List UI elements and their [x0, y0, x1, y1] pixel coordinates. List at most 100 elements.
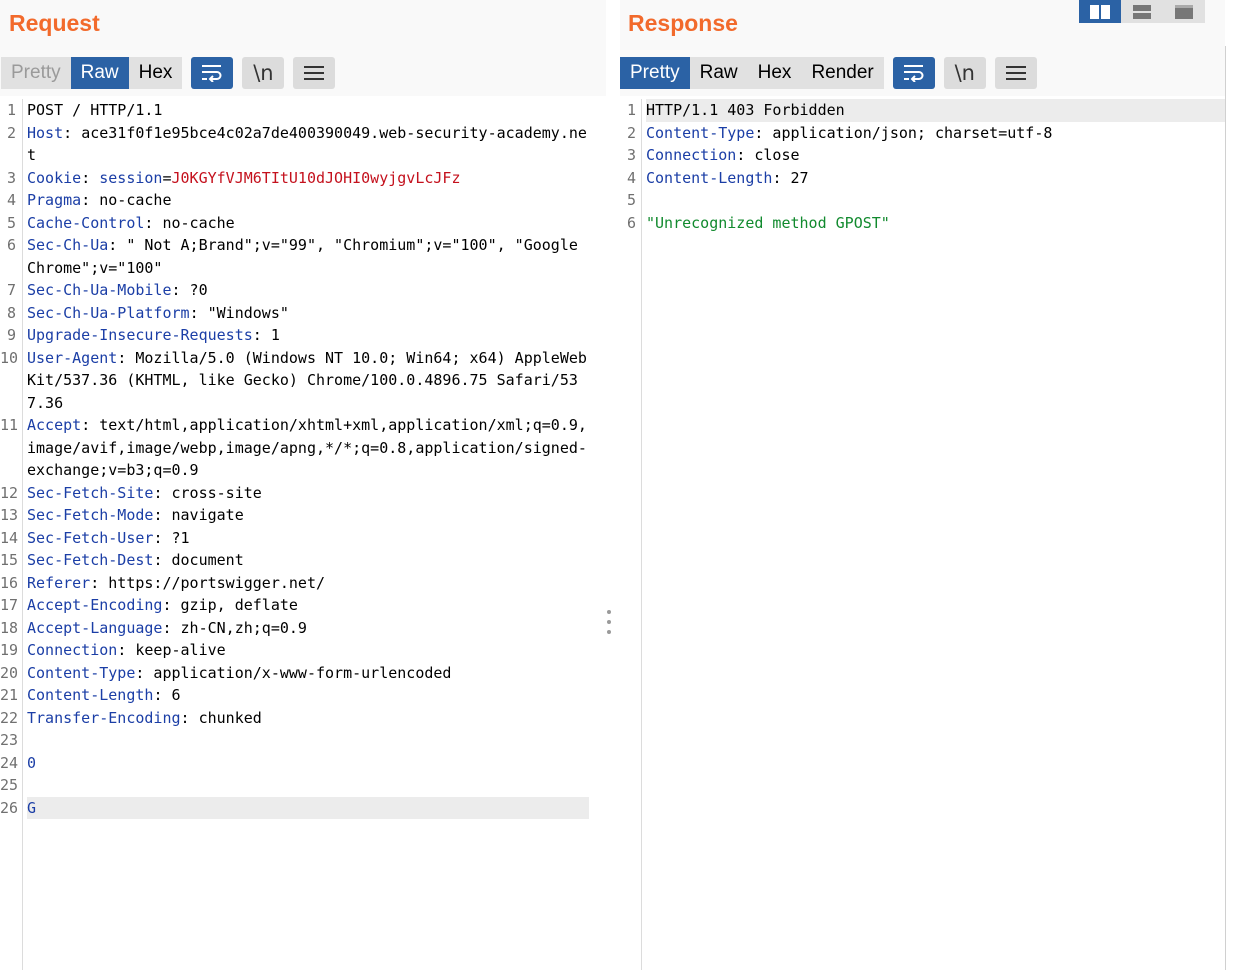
request-title: Request	[9, 10, 100, 36]
code-token: :	[81, 168, 100, 187]
layout-switcher	[1079, 0, 1205, 23]
line-number: 24	[0, 753, 19, 772]
line-content: "Unrecognized method GPOST"	[646, 212, 1225, 235]
line-number: 23	[0, 731, 19, 749]
line-number: 25	[0, 776, 19, 794]
response-code-lines: 1 HTTP/1.1 403 Forbidden 2 Content-Type: ap…	[620, 99, 1225, 234]
line-number: 13	[0, 506, 19, 524]
code-token: Connection	[646, 146, 737, 164]
side-by-side-layout-icon	[1090, 4, 1110, 19]
code-token: Cookie	[27, 168, 82, 187]
code-token: Accept-Encoding	[27, 596, 163, 614]
code-token: : application/json; charset=utf-8	[754, 123, 1053, 142]
code-token: : no-cache	[81, 191, 172, 209]
response-editor[interactable]: 1 HTTP/1.1 403 Forbidden 2 Content-Type: ap…	[620, 99, 1225, 970]
code-token: : ?0	[171, 281, 208, 299]
code-line: 4 Pragma: no-cache	[0, 189, 606, 212]
response-tab-render[interactable]: Render	[801, 57, 884, 89]
response-view-tabs: Pretty Raw Hex Render	[620, 57, 884, 89]
code-token: J0KGYfVJM6TItU10dJOHI0wyjgvLcJFz	[171, 168, 461, 187]
response-menu-button[interactable]	[994, 57, 1037, 89]
request-tab-pretty[interactable]: Pretty	[1, 57, 71, 89]
response-newline-button[interactable]: \n	[943, 57, 986, 89]
word-wrap-icon	[903, 65, 924, 82]
line-number: 5	[6, 213, 16, 232]
code-token: : navigate	[153, 506, 244, 524]
single-pane-layout-button[interactable]	[1163, 0, 1205, 23]
code-token: : "Windows"	[189, 303, 289, 322]
code-token: : 27	[772, 168, 809, 187]
code-token: session	[99, 168, 163, 187]
request-tab-raw[interactable]: Raw	[70, 57, 129, 89]
line-content: Connection: keep-alive	[27, 639, 589, 662]
line-content: Sec-Fetch-Site: cross-site	[27, 482, 589, 505]
request-editor[interactable]: 1 POST / HTTP/1.1 2 Host: ace31f0f1e95bce4c…	[0, 99, 606, 970]
request-code-lines: 1 POST / HTTP/1.1 2 Host: ace31f0f1e95bce4c…	[0, 99, 606, 819]
code-token: Cache-Control	[27, 213, 145, 232]
code-token: : close	[736, 146, 800, 164]
code-line: 7 Sec-Ch-Ua-Mobile: ?0	[0, 279, 606, 302]
stacked-layout-icon	[1133, 4, 1151, 19]
line-number: 6	[626, 213, 636, 232]
request-header: Request Pretty Raw Hex \n	[0, 0, 606, 96]
request-menu-button[interactable]	[293, 57, 336, 89]
code-line: 5	[620, 189, 1225, 212]
line-number: 20	[0, 663, 19, 682]
code-token: =	[162, 168, 172, 187]
line-number: 9	[6, 326, 16, 344]
request-newline-button[interactable]: \n	[242, 57, 285, 89]
code-token: Connection	[27, 641, 118, 659]
response-tab-raw[interactable]: Raw	[689, 57, 748, 89]
code-token: Pragma	[27, 191, 82, 209]
side-by-side-layout-button[interactable]	[1079, 0, 1121, 23]
code-line: 1 POST / HTTP/1.1	[0, 99, 606, 122]
code-token: : text/html,application/xhtml+xml,applic…	[27, 416, 587, 479]
code-token: Sec-Fetch-Site	[27, 483, 154, 502]
line-content: Sec-Ch-Ua-Platform: "Windows"	[27, 302, 589, 325]
line-content: Content-Type: application/x-www-form-url…	[27, 662, 589, 685]
code-line: 22 Transfer-Encoding: chunked	[0, 707, 606, 730]
pane-resize-handle[interactable]	[606, 610, 612, 634]
line-number: 5	[626, 191, 636, 209]
code-line: 6 Sec-Ch-Ua: " Not A;Brand";v="99", "Chro…	[0, 234, 606, 279]
line-number: 3	[626, 146, 636, 164]
code-line: 23	[0, 729, 606, 752]
response-tab-pretty[interactable]: Pretty	[620, 57, 690, 89]
code-token: POST / HTTP/1.1	[27, 101, 163, 119]
response-word-wrap-button[interactable]	[892, 57, 935, 89]
code-token: : gzip, deflate	[162, 596, 298, 614]
response-panel: Response Pretty Raw Hex Render \n 1 HTTP…	[620, 0, 1225, 970]
response-title: Response	[628, 10, 738, 36]
handle-dot	[607, 620, 611, 624]
line-content: Accept-Encoding: gzip, deflate	[27, 594, 589, 617]
window-right-border	[1225, 46, 1226, 970]
code-token: : ?1	[153, 528, 190, 547]
code-line: 10 User-Agent: Mozilla/5.0 (Windows NT 10…	[0, 347, 606, 415]
line-content: User-Agent: Mozilla/5.0 (Windows NT 10.0…	[27, 347, 589, 415]
line-number: 16	[0, 573, 19, 592]
line-number: 19	[0, 641, 19, 659]
line-number: 11	[0, 416, 19, 434]
code-token: Accept	[27, 416, 82, 434]
code-token: : no-cache	[144, 213, 235, 232]
line-content: Referer: https://portswigger.net/	[27, 572, 589, 595]
line-content	[27, 729, 589, 752]
code-token: Host	[27, 123, 64, 142]
code-line: 15 Sec-Fetch-Dest: document	[0, 549, 606, 572]
request-tab-hex[interactable]: Hex	[128, 57, 183, 89]
code-line: 16 Referer: https://portswigger.net/	[0, 572, 606, 595]
code-token: : chunked	[180, 708, 262, 727]
code-token: : 1	[252, 326, 280, 344]
code-token: Sec-Fetch-Dest	[27, 551, 154, 569]
code-line: 8 Sec-Ch-Ua-Platform: "Windows"	[0, 302, 606, 325]
line-number: 17	[0, 596, 19, 614]
code-line: 14 Sec-Fetch-User: ?1	[0, 527, 606, 550]
stacked-layout-button[interactable]	[1121, 0, 1163, 23]
response-tab-hex[interactable]: Hex	[747, 57, 802, 89]
line-number: 3	[6, 168, 16, 187]
code-line: 26 G	[0, 796, 606, 819]
request-word-wrap-button[interactable]	[191, 57, 234, 89]
code-token: Sec-Fetch-Mode	[27, 506, 154, 524]
request-toolbar: Pretty Raw Hex \n	[1, 57, 336, 89]
code-token: Content-Length	[27, 686, 154, 704]
